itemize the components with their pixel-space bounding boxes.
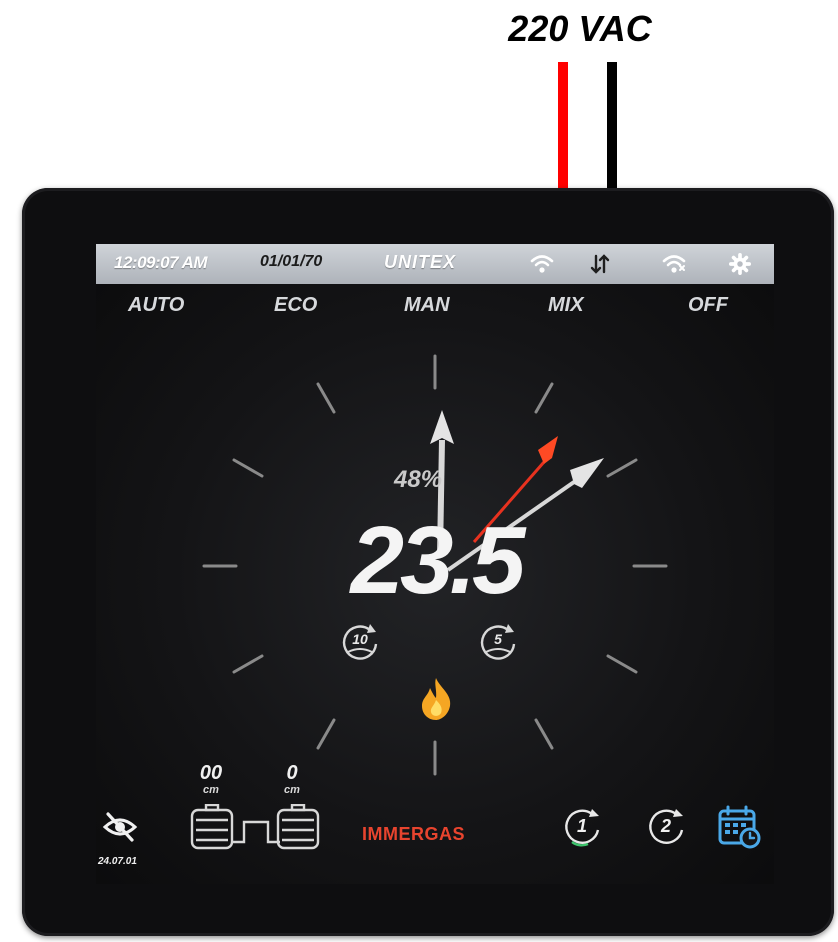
voltage-label: 220 VAC	[508, 8, 652, 49]
tank1-unit: cm	[203, 784, 219, 796]
schedule-2-label: 2	[660, 816, 671, 836]
tank1-icon	[190, 804, 234, 850]
red-wire	[558, 62, 568, 190]
visibility-off-icon[interactable]	[102, 810, 138, 844]
timer-badge-5[interactable]: 5	[478, 622, 518, 662]
schedule-2-button[interactable]: 2	[646, 808, 686, 848]
immergas-logo: IMMERGAS	[362, 824, 465, 844]
visibility-date: 24.07.01	[98, 856, 137, 867]
tank-pipe	[232, 820, 280, 844]
humidity-readout: 48%	[394, 466, 443, 493]
tank2-level: 0	[286, 762, 298, 784]
timer-badge-10[interactable]: 10	[340, 622, 380, 662]
tank1-level: 00	[199, 762, 223, 784]
black-wire	[607, 62, 617, 190]
timer-value-10: 10	[352, 631, 368, 647]
tank2-unit: cm	[284, 784, 300, 796]
schedule-1-label: 1	[576, 816, 587, 836]
water-tanks-icon[interactable]	[186, 804, 326, 856]
flame-icon	[422, 678, 451, 720]
schedule-1-button[interactable]: 1	[562, 808, 602, 848]
timer-value-5: 5	[494, 631, 502, 647]
tank2-icon	[276, 804, 320, 850]
temperature-readout: 23.5	[350, 507, 526, 614]
touch-screen: 12:09:07 AM 01/01/70 UNITEX AUTO ECO MAN…	[96, 244, 774, 884]
calendar-clock-icon[interactable]	[716, 804, 762, 850]
